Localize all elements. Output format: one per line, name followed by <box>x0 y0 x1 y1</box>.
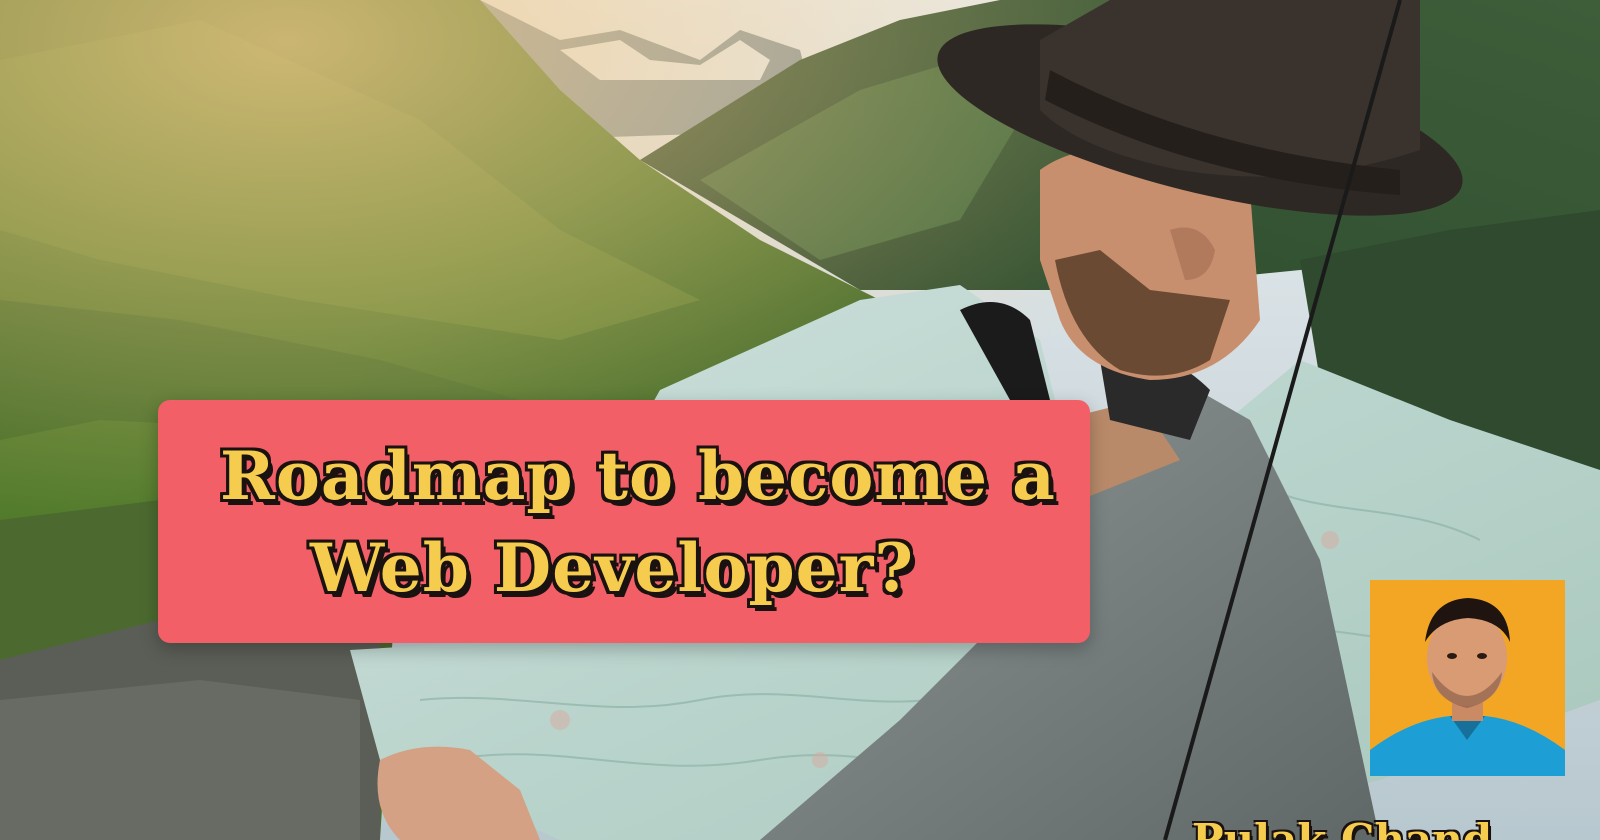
thumbnail-canvas: Roadmap to become a Web Developer? Pulak… <box>0 0 1600 840</box>
title-line-1: Roadmap to become a <box>220 436 1056 515</box>
author-avatar <box>1370 580 1565 776</box>
author-portrait <box>1370 580 1565 776</box>
author-name: Pulak Chand <box>1192 815 1493 840</box>
title-line-2: Web Developer? <box>310 528 915 607</box>
title-card: Roadmap to become a Web Developer? <box>158 400 1090 643</box>
